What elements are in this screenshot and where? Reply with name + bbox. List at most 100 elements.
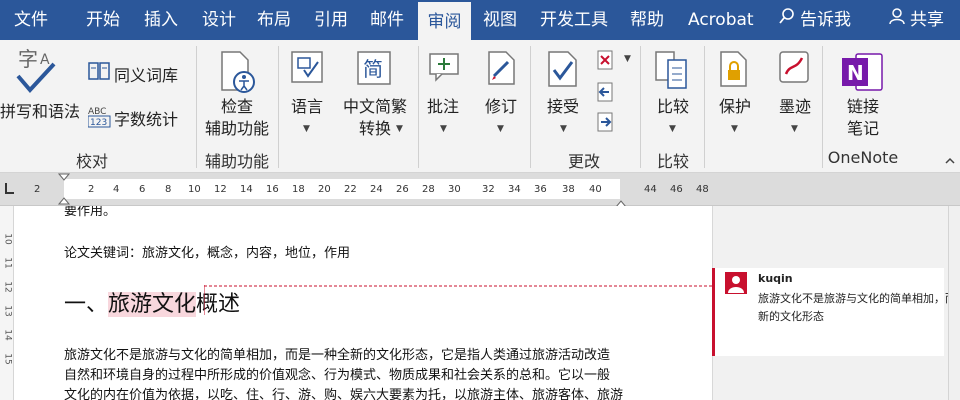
group-separator <box>640 46 641 168</box>
ink-button[interactable]: 墨迹 <box>770 96 820 118</box>
ruler-number: 10 <box>188 184 201 195</box>
accept-button[interactable]: 接受 <box>540 96 586 118</box>
track-changes-icon <box>486 50 518 90</box>
group-separator <box>278 46 279 168</box>
ink-icon <box>778 50 810 88</box>
ruler-number: 24 <box>370 184 383 195</box>
previous-change-icon[interactable] <box>596 82 616 106</box>
doc-top-fragment: 要作用。 <box>64 206 117 219</box>
book-icon <box>88 62 110 84</box>
comment-button[interactable]: 批注 <box>420 96 466 118</box>
tab-file[interactable]: 文件 <box>14 0 48 40</box>
chinese-conversion-icon: 简 <box>356 50 392 90</box>
ruler-number: 30 <box>448 184 461 195</box>
svg-text:123: 123 <box>90 118 107 128</box>
reject-change-icon[interactable] <box>596 50 616 74</box>
tab-insert[interactable]: 插入 <box>144 0 178 40</box>
group-label-proofing: 校对 <box>75 152 108 171</box>
next-change-icon[interactable] <box>596 112 616 136</box>
language-icon <box>290 50 324 88</box>
comment-author: kuqin <box>758 272 793 285</box>
tab-references[interactable]: 引用 <box>314 0 348 40</box>
word-count-button[interactable]: 字数统计 <box>114 106 178 130</box>
avatar <box>725 272 747 298</box>
tab-view[interactable]: 视图 <box>483 0 517 40</box>
chevron-down-icon: ▼ <box>303 124 310 134</box>
ribbon-review: 字A 拼写和语法 同义词库 ABC 123 字数统计 校对 检查 辅助功能 辅助功… <box>0 40 960 173</box>
ruler-number: 4 <box>113 184 120 195</box>
ruler-number: 12 <box>214 184 227 195</box>
tab-selector-icon[interactable] <box>2 181 16 201</box>
ruler-number: 48 <box>696 184 709 195</box>
ruler-number: 32 <box>482 184 495 195</box>
tab-review[interactable]: 审阅 <box>418 0 471 41</box>
tab-developer[interactable]: 开发工具 <box>540 0 608 40</box>
ruler-number: 14 <box>240 184 253 195</box>
ruler-number: 26 <box>396 184 409 195</box>
ruler-number: 2 <box>34 184 41 195</box>
ruler-number: 46 <box>670 184 683 195</box>
linked-notes-button[interactable]: 链接 笔记 <box>834 96 892 140</box>
commented-text[interactable]: 旅游文化 <box>108 292 197 317</box>
language-button[interactable]: 语言 <box>284 96 330 118</box>
tab-acrobat[interactable]: Acrobat <box>688 0 754 40</box>
compare-icon <box>654 50 690 94</box>
tab-mailings[interactable]: 邮件 <box>370 0 404 40</box>
comment-balloon[interactable]: kuqin 旅游文化不是旅游与文化的简单相加，而是一种全 新的文化形态 <box>712 268 960 356</box>
check-line2: 辅助功能 <box>204 119 269 138</box>
first-line-indent-icon[interactable] <box>57 173 71 209</box>
check-accessibility-button[interactable]: 检查 辅助功能 <box>200 96 274 140</box>
compare-button[interactable]: 比较 <box>648 96 698 118</box>
chevron-down-icon: ▼ <box>731 124 738 134</box>
horizontal-ruler[interactable]: 2 2 4 6 8 10 12 14 16 18 20 22 24 26 28 … <box>0 173 960 209</box>
vertical-ruler[interactable]: 10 11 12 13 14 15 <box>0 206 14 400</box>
link-line2: 笔记 <box>846 119 879 138</box>
vruler-number: 15 <box>2 353 13 365</box>
chevron-down-icon: ▼ <box>669 124 676 134</box>
svg-text:A: A <box>40 52 50 68</box>
chinese-line1: 中文简繁 <box>342 97 407 116</box>
group-separator <box>704 46 705 168</box>
spelling-check-icon: 字A <box>14 46 60 102</box>
check-line1: 检查 <box>220 97 253 116</box>
lightbulb-icon <box>778 0 796 40</box>
vruler-number: 13 <box>2 305 13 317</box>
accept-change-icon <box>546 50 580 92</box>
tab-layout[interactable]: 布局 <box>257 0 291 40</box>
group-label-compare: 比较 <box>656 152 689 171</box>
ruler-number: 34 <box>508 184 521 195</box>
group-label-changes: 更改 <box>567 152 600 171</box>
thesaurus-button[interactable]: 同义词库 <box>114 62 178 86</box>
doc-paragraph-line1: 旅游文化不是旅游与文化的简单相加，而是一种全新的文化形态，它是指人类通过旅游活动… <box>64 348 611 363</box>
ruler-number: 36 <box>534 184 547 195</box>
tab-tell-me[interactable]: 告诉我 <box>778 0 851 40</box>
person-icon <box>888 0 906 40</box>
lock-icon <box>718 50 750 92</box>
document-page[interactable]: 要作用。 论文关键词：旅游文化，概念，内容，地位，作用 一、旅游文化概述 旅游文… <box>14 206 712 400</box>
collapse-ribbon-icon[interactable] <box>944 152 956 171</box>
doc-keywords: 论文关键词：旅游文化，概念，内容，地位，作用 <box>64 246 351 261</box>
spelling-grammar-button[interactable]: 拼写和语法 <box>0 98 80 122</box>
share-label: 共享 <box>910 10 944 30</box>
chevron-down-icon: ▼ <box>560 124 567 134</box>
tab-home[interactable]: 开始 <box>86 0 120 40</box>
doc-paragraph-line2: 自然和环境自身的过程中所形成的价值观念、行为模式、物质成果和社会关系的总和。它以… <box>64 368 611 383</box>
tell-me-label: 告诉我 <box>800 10 851 30</box>
chevron-down-icon: ▼ <box>624 54 631 64</box>
vruler-number: 14 <box>2 329 13 341</box>
share-button[interactable]: 共享 <box>888 0 944 40</box>
ruler-number: 16 <box>266 184 279 195</box>
ruler-number: 38 <box>562 184 575 195</box>
chevron-down-icon: ▼ <box>440 124 447 134</box>
track-changes-button[interactable]: 修订 <box>478 96 524 118</box>
protect-button[interactable]: 保护 <box>710 96 760 118</box>
ruler-number: 20 <box>318 184 331 195</box>
tab-design[interactable]: 设计 <box>202 0 236 40</box>
vruler-number: 12 <box>2 281 13 293</box>
vertical-scrollbar[interactable] <box>948 206 960 400</box>
tab-help[interactable]: 帮助 <box>630 0 664 40</box>
group-separator <box>530 46 531 168</box>
new-comment-icon <box>428 50 460 86</box>
svg-text:字: 字 <box>18 47 38 71</box>
comment-text-line1: 旅游文化不是旅游与文化的简单相加，而是一种全 <box>758 292 960 305</box>
